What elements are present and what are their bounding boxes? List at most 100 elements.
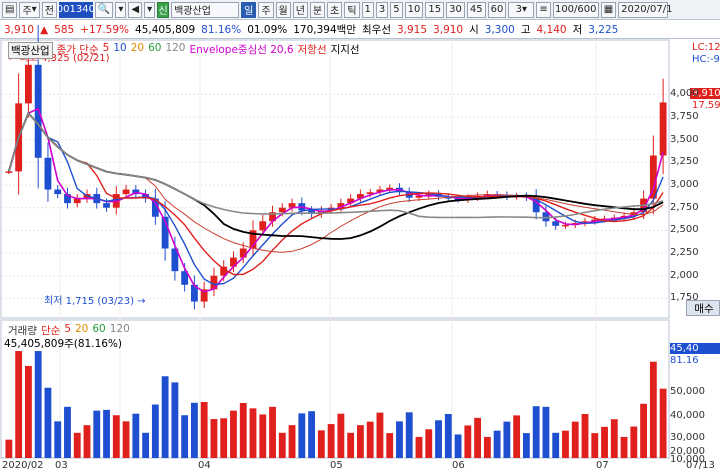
candle <box>34 64 42 158</box>
legend-envelope: Envelope중심선 20,6 <box>189 44 294 56</box>
volume-bar <box>34 351 42 458</box>
volume-bar <box>269 406 276 458</box>
y-tick-label: 2,500 <box>670 224 699 236</box>
x-axis: 2020/02 03 04 05 06 07 07/13 <box>0 459 720 473</box>
vol-tick-label: 10,000 <box>670 454 705 465</box>
volume-bar <box>366 421 374 458</box>
legend-ma120: 120 <box>165 42 186 54</box>
volume-bar <box>513 415 521 458</box>
vol-tick-label: 50,000 <box>670 386 705 397</box>
volume-bar <box>103 409 110 458</box>
volume-bar <box>249 408 257 458</box>
volume-bar <box>542 406 550 458</box>
candle <box>5 171 13 173</box>
ma20-line <box>8 111 664 276</box>
volume-bar <box>356 425 364 458</box>
ma10-line <box>8 111 664 286</box>
volume-bar <box>454 434 462 458</box>
x-label: 04 <box>198 460 211 471</box>
volume-bar <box>659 388 667 458</box>
volume-bar <box>474 417 482 458</box>
volume-bar <box>630 426 638 458</box>
y-tick-label: 3,250 <box>670 156 699 168</box>
volume-bar <box>425 429 433 458</box>
volume-bar <box>210 419 218 458</box>
main-legend: 백광산업 종가 단순 5 10 20 60 120 Envelope중심선 20… <box>8 42 360 59</box>
vol-tick-label: 81.16 <box>670 355 699 366</box>
volume-bar <box>571 421 579 458</box>
y-tick-label: 3,500 <box>670 133 699 145</box>
legend-ma60: 60 <box>148 42 162 54</box>
volume-bar <box>278 432 286 458</box>
volume-bar <box>620 436 628 458</box>
support-line <box>8 111 664 240</box>
volume-bar <box>532 406 540 458</box>
volume-bar <box>396 421 403 458</box>
volume-bar <box>230 410 237 458</box>
volume-bar <box>317 430 325 458</box>
volume-bar <box>73 432 81 458</box>
volume-bar <box>308 411 316 458</box>
volume-bar <box>200 402 208 458</box>
volume-bar <box>15 351 23 458</box>
legend-resist: 저항선 <box>297 44 327 56</box>
volume-bar <box>151 404 159 458</box>
price-panel-frame <box>0 39 670 319</box>
volume-bar <box>522 433 530 458</box>
hc-label: HC:-9 <box>692 54 720 65</box>
volume-bar <box>54 421 62 458</box>
volume-bar <box>552 432 560 458</box>
volume-bar <box>483 436 491 458</box>
candle <box>659 102 667 156</box>
volume-bar <box>444 414 452 458</box>
volume-bar <box>181 415 189 458</box>
candle <box>24 64 32 104</box>
volume-bar <box>376 412 384 458</box>
y-tick-label: 2,750 <box>670 201 699 213</box>
legend-support: 지지선 <box>330 44 360 56</box>
candle <box>552 221 560 226</box>
volume-bar <box>640 403 648 458</box>
x-label: 05 <box>330 460 343 471</box>
volume-bar <box>83 425 91 458</box>
volume-bar <box>190 402 198 458</box>
volume-bar <box>298 413 306 458</box>
lc-label: LC:127 <box>692 42 720 53</box>
volume-bar <box>591 433 599 458</box>
volume-bar <box>44 387 52 458</box>
candle <box>562 224 569 227</box>
volume-bar <box>122 421 130 458</box>
volume-bar <box>327 424 335 458</box>
vol-current: 45,405,809주(81.16%) <box>4 338 123 350</box>
volume-bar <box>464 425 472 458</box>
volume-bar <box>649 361 657 458</box>
volume-bar <box>288 425 296 458</box>
volume-bar <box>503 421 511 458</box>
y-tick-label: 2,000 <box>670 269 699 281</box>
price-chart[interactable]: ← 최고 4,325 (02/21)최저 1,715 (03/23) → <box>0 0 720 473</box>
candle <box>259 221 267 231</box>
x-label: 03 <box>55 460 68 471</box>
vol-tick-label: 45,40 <box>670 343 720 354</box>
legend-ma-label: 종가 단순 <box>56 44 99 56</box>
volume-bar <box>171 382 179 458</box>
volume-bar <box>161 376 169 458</box>
candle <box>122 189 130 195</box>
volume-bar <box>239 403 247 458</box>
volume-bar <box>142 432 150 458</box>
volume-bar <box>601 426 608 458</box>
y-tick-label: 1,750 <box>670 292 699 304</box>
volume-bar <box>386 433 394 458</box>
volume-bar <box>93 410 101 458</box>
volume-bar <box>581 414 589 458</box>
y-tick-label: 4,000 <box>670 88 699 100</box>
y-tick-label: 3,000 <box>670 179 699 190</box>
volume-bar <box>112 415 120 458</box>
volume-bar <box>259 414 267 458</box>
pct-box: 17.59 <box>692 100 720 111</box>
volume-bar <box>132 413 140 458</box>
volume-bar <box>493 430 501 458</box>
y-tick-label: 3,750 <box>670 110 699 122</box>
legend-stock-name: 백광산업 <box>8 42 53 59</box>
legend-ma10: 10 <box>113 42 127 54</box>
